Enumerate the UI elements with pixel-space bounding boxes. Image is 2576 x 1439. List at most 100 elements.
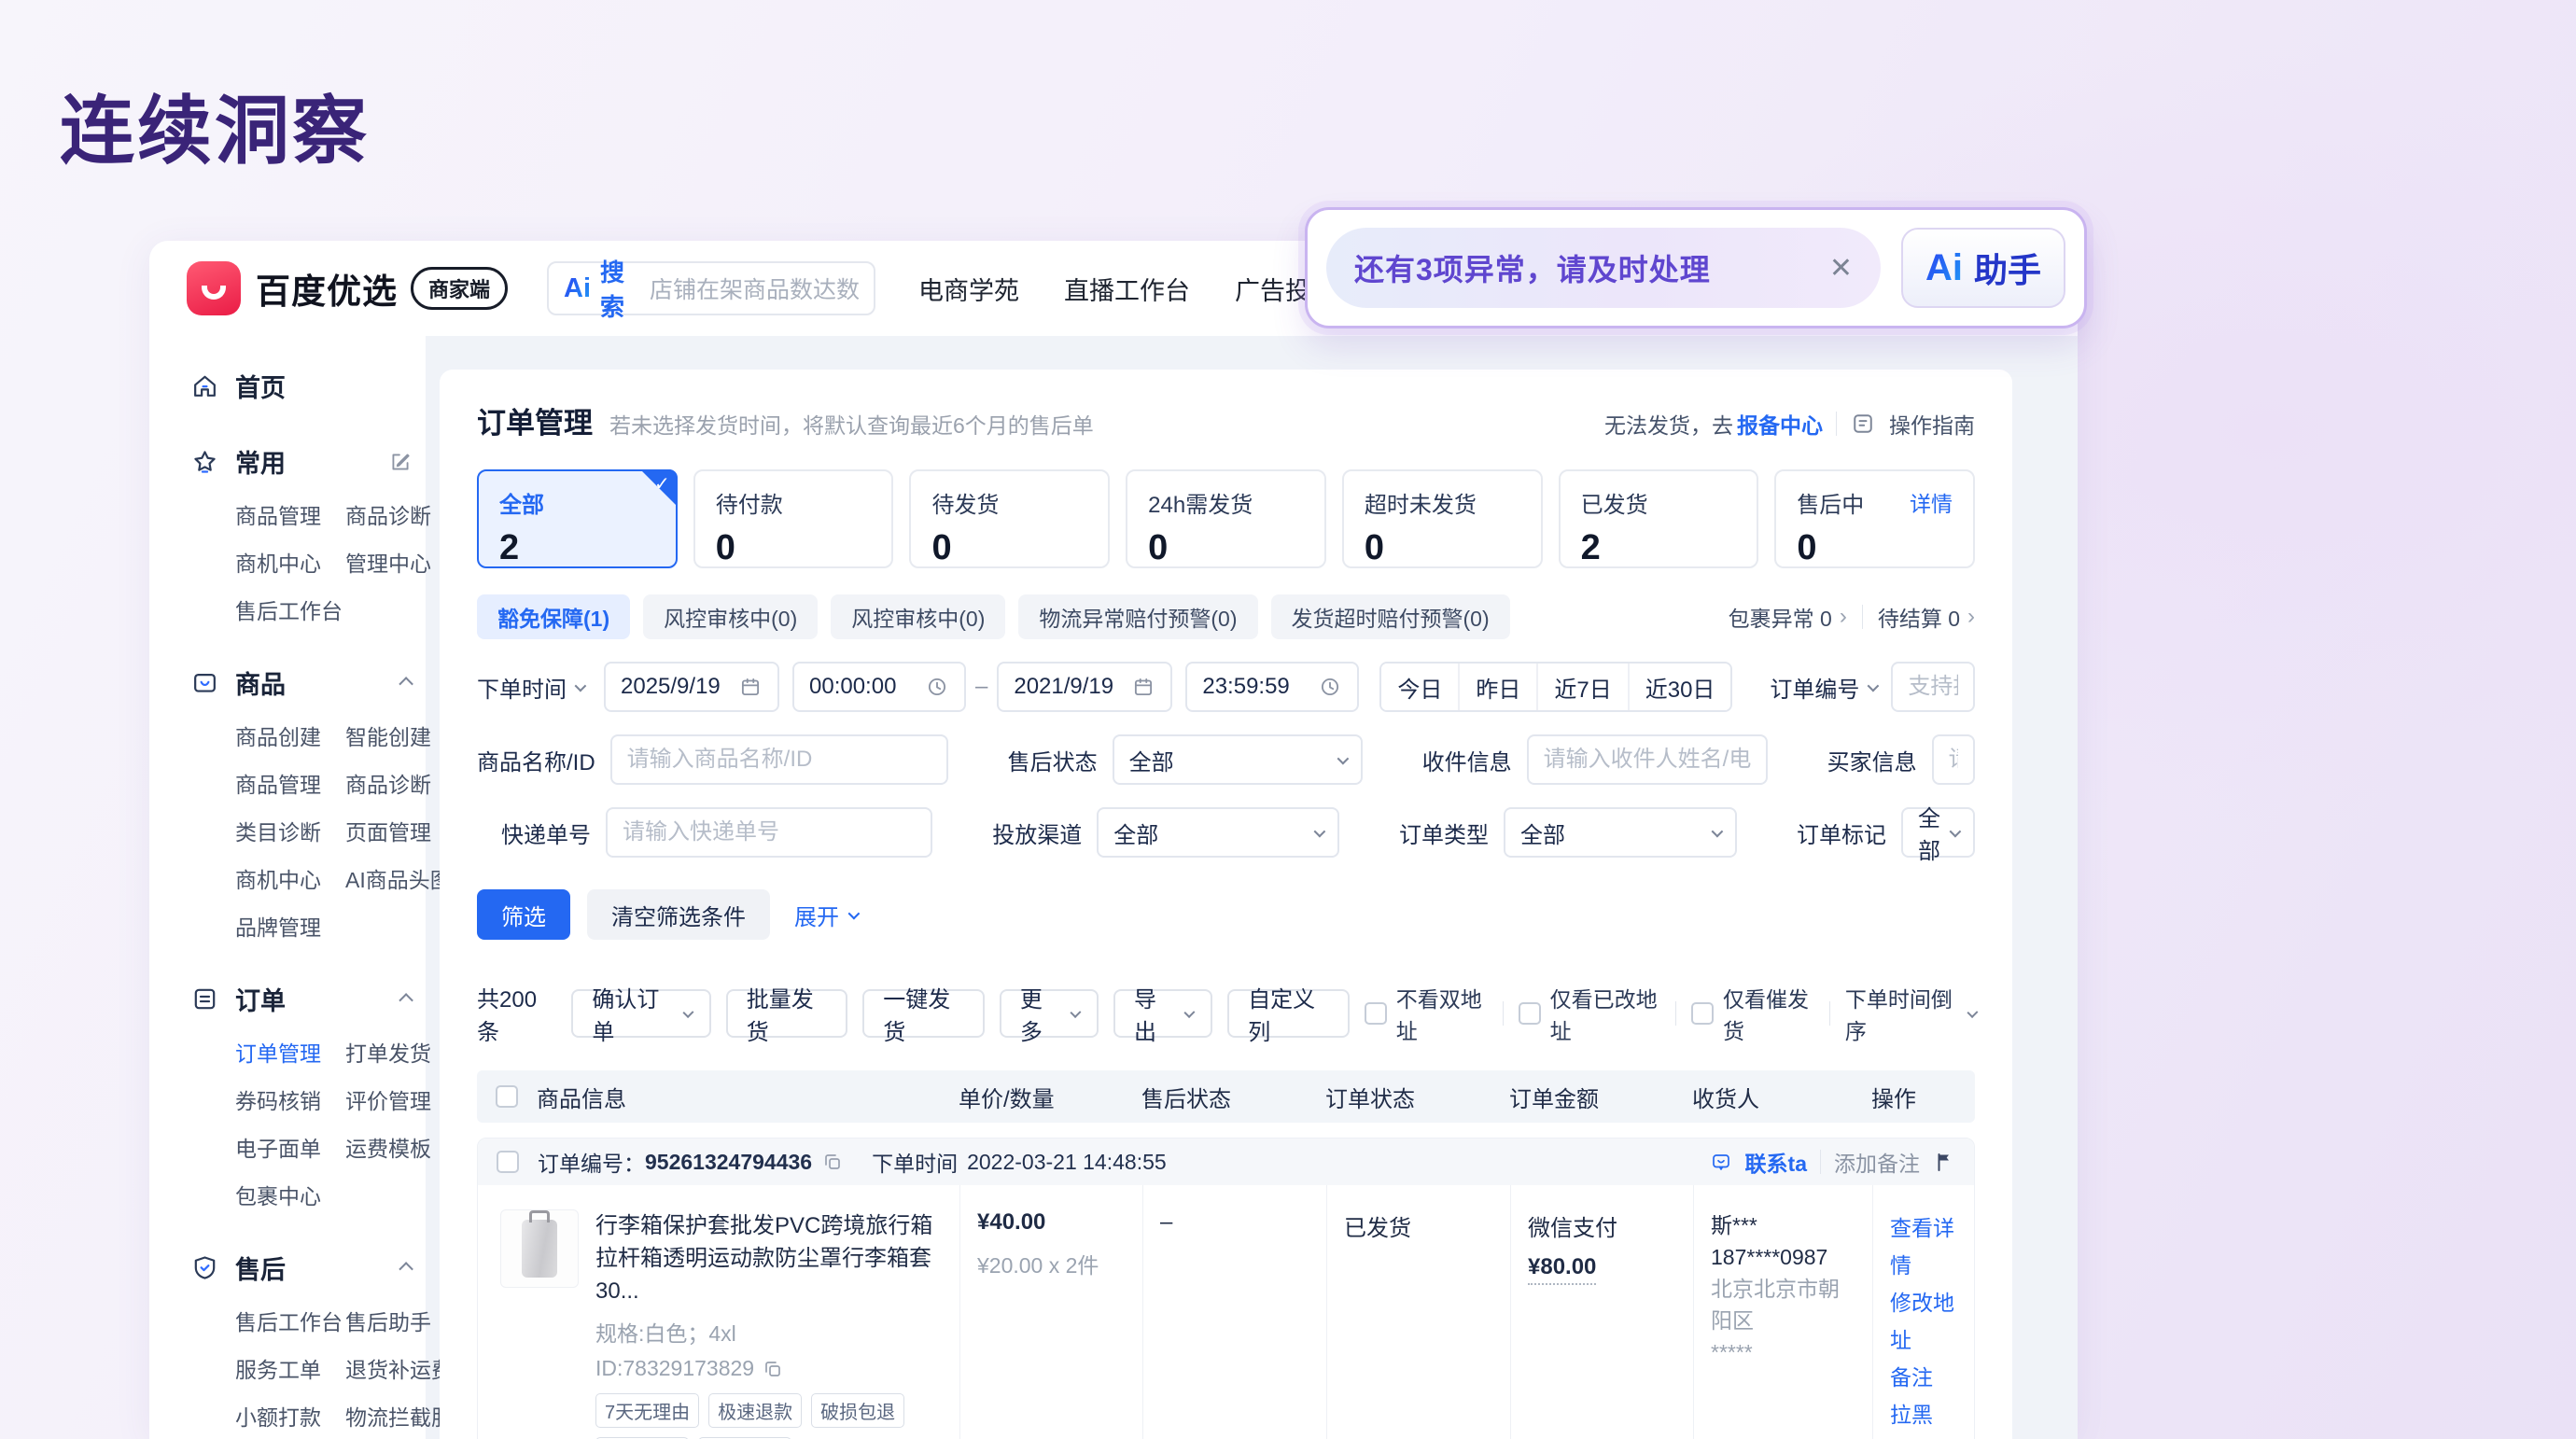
report-center-link[interactable]: 报备中心 <box>1737 408 1823 440</box>
tag-risk-review-1[interactable]: 风控审核中(0) <box>643 594 818 639</box>
row-checkbox[interactable] <box>497 1151 519 1173</box>
sidebar-link[interactable]: 券码核销 <box>235 1083 345 1115</box>
order-no-input[interactable] <box>1891 662 1975 712</box>
sidebar-link[interactable]: 品牌管理 <box>235 910 345 942</box>
close-icon[interactable]: ✕ <box>1829 252 1853 285</box>
tracking-no-input[interactable] <box>606 807 932 858</box>
sidebar-section-favorites-header[interactable]: 常用 <box>190 443 413 480</box>
tag-timeout-warning[interactable]: 发货超时赔付预警(0) <box>1271 594 1510 639</box>
quick-date-7d[interactable]: 近7日 <box>1536 664 1627 710</box>
contact-buyer-link[interactable]: 联系ta <box>1745 1146 1807 1178</box>
sidebar-link[interactable]: 商品创建 <box>235 720 345 751</box>
anomaly-alert-pill[interactable]: 还有3项异常，请及时处理 ✕ <box>1326 228 1881 308</box>
pending-settlement-link[interactable]: 待结算 0› <box>1878 601 1975 633</box>
checkbox-icon[interactable] <box>1365 1002 1387 1025</box>
product-name-input[interactable] <box>610 734 948 785</box>
time-end-input[interactable] <box>1185 662 1359 712</box>
status-card-24h[interactable]: 24h需发货 0 <box>1126 469 1326 568</box>
edit-icon[interactable] <box>388 450 413 474</box>
expand-link[interactable]: 展开 <box>794 899 857 931</box>
sort-order-control[interactable]: 下单时间倒序 <box>1845 982 1975 1045</box>
sidebar-section-goods-header[interactable]: 商品 <box>190 664 413 701</box>
copy-icon[interactable] <box>762 1358 784 1380</box>
tag-logistics-warning[interactable]: 物流异常赔付预警(0) <box>1018 594 1257 639</box>
confirm-order-button[interactable]: 确认订单 <box>571 989 710 1038</box>
checkbox-icon[interactable] <box>1519 1002 1541 1025</box>
package-anomaly-link[interactable]: 包裹异常 0› <box>1729 601 1847 633</box>
sidebar-link[interactable]: 小额打款 <box>235 1400 345 1432</box>
quick-date-today[interactable]: 今日 <box>1381 664 1458 710</box>
sidebar-link[interactable]: 管理中心 <box>345 546 431 578</box>
sidebar-link[interactable]: 电子面单 <box>235 1131 345 1163</box>
nav-item-live-studio[interactable]: 直播工作台 <box>1064 271 1190 307</box>
order-mark-select[interactable]: 全部 <box>1901 807 1975 858</box>
ai-assistant-button[interactable]: Ai 助手 <box>1901 228 2065 308</box>
checkbox-only-changed-address[interactable]: 仅看已改地址 <box>1519 982 1660 1045</box>
sidebar-item-home[interactable]: 首页 <box>190 368 413 404</box>
copy-icon[interactable] <box>821 1151 844 1173</box>
sidebar-link[interactable]: 打单发货 <box>345 1036 431 1068</box>
view-detail-link[interactable]: 查看详情 <box>1890 1209 1961 1284</box>
sidebar-link[interactable]: 商品管理 <box>235 498 345 530</box>
sidebar-link[interactable]: 商机中心 <box>235 862 345 894</box>
export-button[interactable]: 导出 <box>1113 989 1212 1038</box>
sidebar-section-aftersale-header[interactable]: 售后 <box>190 1250 413 1286</box>
one-click-ship-button[interactable]: 一键发货 <box>862 989 985 1038</box>
note-link[interactable]: 备注 <box>1890 1359 1961 1396</box>
order-time-label[interactable]: 下单时间 <box>477 671 583 704</box>
status-card-all[interactable]: 全部 2 <box>477 469 678 568</box>
sidebar-link[interactable]: 服务工单 <box>235 1352 345 1384</box>
add-note-link[interactable]: 添加备注 <box>1834 1146 1920 1178</box>
sidebar-link[interactable]: 商品诊断 <box>345 498 431 530</box>
batch-ship-button[interactable]: 批量发货 <box>726 989 848 1038</box>
product-title[interactable]: 行李箱保护套批发PVC跨境旅行箱拉杆箱透明运动款防尘罩行李箱套 30... <box>595 1209 950 1307</box>
sidebar-link[interactable]: 评价管理 <box>345 1083 431 1115</box>
order-type-select[interactable]: 全部 <box>1504 807 1737 858</box>
edit-address-link[interactable]: 修改地址 <box>1890 1284 1961 1359</box>
sidebar-link[interactable]: 商品管理 <box>235 767 345 799</box>
sidebar-section-orders-header[interactable]: 订单 <box>190 981 413 1017</box>
product-cell[interactable]: 行李箱保护套批发PVC跨境旅行箱拉杆箱透明运动款防尘罩行李箱套 30... 规格… <box>478 1185 959 1439</box>
checkbox-icon[interactable] <box>1691 1002 1714 1025</box>
tag-risk-review-2[interactable]: 风控审核中(0) <box>831 594 1005 639</box>
buyer-info-input[interactable] <box>1932 734 1975 785</box>
search-input[interactable]: Ai 搜索 店铺在架商品数达数量... <box>547 261 875 315</box>
sidebar-link-order-management[interactable]: 订单管理 <box>235 1036 345 1068</box>
select-all-checkbox[interactable] <box>496 1085 518 1108</box>
sidebar-link[interactable]: 售后工作台 <box>235 1305 345 1336</box>
sidebar-link[interactable]: 售后工作台 <box>235 594 345 625</box>
clear-filters-button[interactable]: 清空筛选条件 <box>587 889 770 940</box>
date-end-input[interactable] <box>997 662 1172 712</box>
aftersale-status-select[interactable]: 全部 <box>1113 734 1363 785</box>
more-button[interactable]: 更多 <box>1000 989 1099 1038</box>
sidebar-link[interactable]: 运费模板 <box>345 1131 431 1163</box>
aftersale-detail-link[interactable]: 详情 <box>1910 486 1953 519</box>
checkbox-hide-dual-address[interactable]: 不看双地址 <box>1365 982 1488 1045</box>
date-start-input[interactable] <box>604 662 779 712</box>
status-card-pending-payment[interactable]: 待付款 0 <box>693 469 894 568</box>
sidebar-link[interactable]: 商机中心 <box>235 546 345 578</box>
amount-value[interactable]: ¥80.00 <box>1528 1254 1596 1285</box>
guide-link[interactable]: 操作指南 <box>1889 408 1975 440</box>
channel-select[interactable]: 全部 <box>1097 807 1339 858</box>
flag-icon[interactable] <box>1933 1151 1955 1173</box>
tag-exempt-guarantee[interactable]: 豁免保障(1) <box>477 594 630 639</box>
customize-columns-button[interactable]: 自定义列 <box>1227 989 1350 1038</box>
blacklist-link[interactable]: 拉黑 <box>1890 1396 1961 1433</box>
status-card-aftersale[interactable]: 售后中详情 0 <box>1774 469 1975 568</box>
total-count: 共200条 <box>477 981 551 1046</box>
time-start-input[interactable] <box>792 662 966 712</box>
checkbox-only-urged[interactable]: 仅看催发货 <box>1691 982 1814 1045</box>
receiver-info-input[interactable] <box>1527 734 1768 785</box>
order-no-label[interactable]: 订单编号 <box>1770 671 1876 704</box>
sidebar-link[interactable]: 类目诊断 <box>235 815 345 846</box>
quick-date-yesterday[interactable]: 昨日 <box>1458 664 1536 710</box>
status-card-overdue[interactable]: 超时未发货 0 <box>1342 469 1543 568</box>
status-card-shipped[interactable]: 已发货 2 <box>1559 469 1759 568</box>
nav-item-academy[interactable]: 电商学苑 <box>918 271 1019 307</box>
brand-logo-icon[interactable] <box>187 261 241 315</box>
quick-date-30d[interactable]: 近30日 <box>1628 664 1731 710</box>
filter-button[interactable]: 筛选 <box>477 889 570 940</box>
status-card-to-ship[interactable]: 待发货 0 <box>909 469 1110 568</box>
sidebar-link[interactable]: 包裹中心 <box>235 1179 345 1210</box>
